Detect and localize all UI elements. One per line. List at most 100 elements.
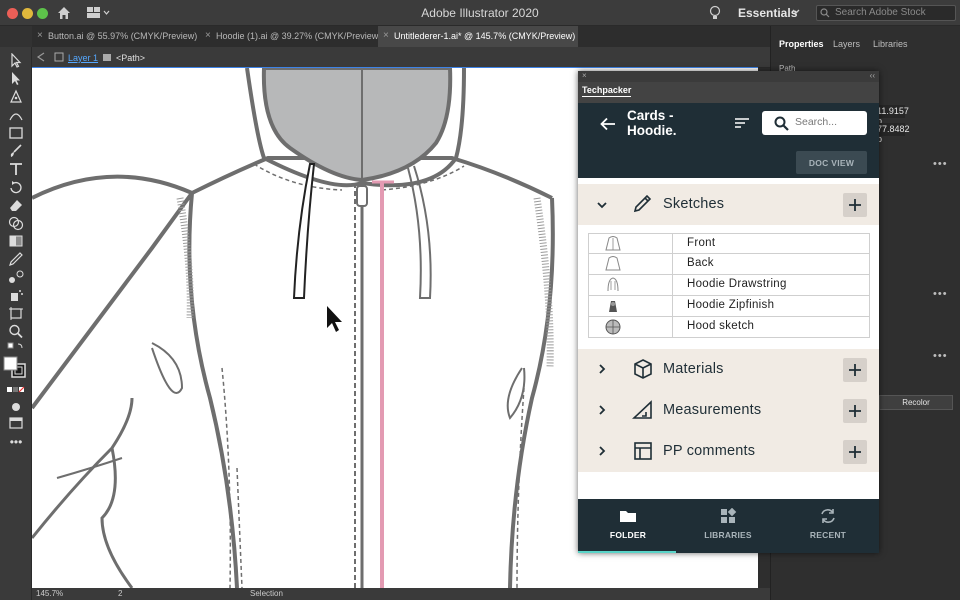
add-material-button[interactable] bbox=[843, 358, 867, 382]
sketch-thumbnail bbox=[589, 275, 673, 295]
collapse-panel-icon[interactable]: ‹‹ bbox=[870, 71, 875, 80]
close-window-button[interactable] bbox=[7, 8, 18, 19]
rotate-tool-icon[interactable] bbox=[7, 179, 25, 195]
y-field[interactable]: 77.8482 p bbox=[875, 123, 910, 144]
section-measurements[interactable]: Measurements bbox=[578, 390, 879, 431]
minimize-window-button[interactable] bbox=[22, 8, 33, 19]
selection-tool-icon[interactable] bbox=[7, 53, 25, 69]
path-breadcrumb[interactable]: <Path> bbox=[116, 53, 145, 63]
x-field[interactable]: 11.9157 p bbox=[875, 105, 909, 126]
tools-panel: ••• bbox=[0, 47, 32, 600]
sketch-row-back[interactable]: Back bbox=[588, 254, 870, 275]
tab-layers[interactable]: Layers bbox=[833, 39, 860, 49]
arrange-documents-icon[interactable] bbox=[86, 6, 110, 20]
close-tab-icon[interactable]: × bbox=[37, 30, 43, 41]
tab-button-ai[interactable]: × Button.ai @ 55.97% (CMYK/Preview) bbox=[32, 26, 197, 47]
section-pp-comments[interactable]: PP comments bbox=[578, 431, 879, 472]
shape-builder-tool-icon[interactable] bbox=[7, 215, 25, 231]
zoom-tool-icon[interactable] bbox=[7, 323, 25, 339]
back-arrow-icon[interactable] bbox=[36, 52, 46, 62]
lightbulb-icon[interactable] bbox=[708, 5, 722, 21]
sketch-label: Hoodie Zipfinish bbox=[687, 299, 775, 311]
chevron-down-icon[interactable] bbox=[597, 200, 607, 210]
nav-libraries[interactable]: LIBRARIES bbox=[678, 499, 778, 553]
more-tools-icon[interactable]: ••• bbox=[7, 435, 25, 451]
maximize-window-button[interactable] bbox=[37, 8, 48, 19]
more-options-icon[interactable]: ••• bbox=[933, 350, 948, 362]
add-comment-button[interactable] bbox=[843, 440, 867, 464]
zoom-level[interactable]: 145.7% bbox=[36, 589, 63, 598]
nav-label: LIBRARIES bbox=[704, 530, 752, 540]
chevron-right-icon[interactable] bbox=[597, 446, 607, 456]
sketch-row-hood[interactable]: Hood sketch bbox=[588, 317, 870, 338]
sort-icon[interactable] bbox=[734, 116, 750, 130]
tab-properties[interactable]: Properties bbox=[779, 39, 824, 49]
artboard-tool-icon[interactable] bbox=[7, 305, 25, 321]
close-tab-icon[interactable]: × bbox=[205, 30, 211, 41]
paintbrush-tool-icon[interactable] bbox=[7, 143, 25, 159]
tab-hoodie-ai[interactable]: × Hoodie (1).ai @ 39.27% (CMYK/Preview) bbox=[200, 26, 381, 47]
curvature-tool-icon[interactable] bbox=[7, 107, 25, 123]
search-input[interactable]: Search... bbox=[762, 111, 867, 135]
fill-stroke-icon[interactable] bbox=[2, 355, 28, 379]
pencil-icon bbox=[633, 194, 652, 213]
plus-icon bbox=[849, 199, 861, 211]
nav-recent[interactable]: RECENT bbox=[778, 499, 878, 553]
color-mode-icon[interactable] bbox=[7, 383, 25, 399]
section-label: Sketches bbox=[663, 196, 725, 212]
blend-tool-icon[interactable] bbox=[7, 269, 25, 285]
panel-grip[interactable]: × ‹‹ bbox=[578, 71, 879, 82]
pen-tool-icon[interactable] bbox=[7, 89, 25, 105]
draw-mode-icon[interactable] bbox=[7, 399, 25, 415]
stock-search-input[interactable]: Search Adobe Stock bbox=[816, 5, 956, 21]
add-sketch-button[interactable] bbox=[843, 193, 867, 217]
tab-label: Hoodie (1).ai @ 39.27% (CMYK/Preview) bbox=[216, 31, 382, 41]
direct-selection-tool-icon[interactable] bbox=[7, 71, 25, 87]
add-measurement-button[interactable] bbox=[843, 399, 867, 423]
eyedropper-tool-icon[interactable] bbox=[7, 251, 25, 267]
type-tool-icon[interactable] bbox=[7, 161, 25, 177]
sketch-label: Front bbox=[687, 237, 716, 249]
sketch-row-zipfinish[interactable]: Hoodie Zipfinish bbox=[588, 296, 870, 317]
workspace-switcher[interactable]: Essentials bbox=[738, 6, 797, 20]
chevron-right-icon[interactable] bbox=[597, 364, 607, 374]
tab-libraries[interactable]: Libraries bbox=[873, 39, 908, 49]
home-icon[interactable] bbox=[56, 5, 72, 21]
close-panel-icon[interactable]: × bbox=[582, 71, 587, 80]
nav-label: FOLDER bbox=[609, 530, 647, 540]
panel-tab-techpacker[interactable]: Techpacker bbox=[582, 85, 632, 97]
tab-untitlederer-ai[interactable]: × Untitlederer-1.ai* @ 145.7% (CMYK/Prev… bbox=[378, 26, 578, 47]
artboard-number[interactable]: 2 bbox=[118, 589, 122, 598]
screen-mode-icon[interactable] bbox=[7, 415, 25, 431]
chevron-right-icon[interactable] bbox=[597, 405, 607, 415]
more-options-icon[interactable]: ••• bbox=[933, 288, 948, 300]
rectangle-tool-icon[interactable] bbox=[7, 125, 25, 141]
section-sketches[interactable]: Sketches bbox=[578, 184, 879, 225]
nav-folder[interactable]: FOLDER bbox=[578, 499, 678, 553]
sketch-row-drawstring[interactable]: Hoodie Drawstring bbox=[588, 275, 870, 296]
sections-list: Sketches Front Back Hoodie Drawstring Ho… bbox=[578, 178, 879, 499]
gradient-tool-icon[interactable] bbox=[7, 233, 25, 249]
folder-icon bbox=[620, 511, 636, 522]
section-label: Materials bbox=[663, 361, 724, 377]
sketch-row-front[interactable]: Front bbox=[588, 233, 870, 254]
close-tab-icon[interactable]: × bbox=[383, 30, 389, 41]
drawstring-thumbnail-icon bbox=[607, 277, 619, 292]
section-materials[interactable]: Materials bbox=[578, 349, 879, 390]
doc-view-button[interactable]: DOC VIEW bbox=[796, 151, 867, 174]
symbol-sprayer-tool-icon[interactable] bbox=[7, 287, 25, 303]
title-bar: Adobe Illustrator 2020 Essentials Search… bbox=[0, 0, 960, 26]
sketch-thumbnail bbox=[589, 317, 673, 337]
layer-breadcrumb[interactable]: Layer 1 bbox=[68, 53, 98, 63]
back-arrow-icon[interactable] bbox=[600, 117, 616, 131]
eraser-tool-icon[interactable] bbox=[7, 197, 25, 213]
layout-icon bbox=[634, 442, 652, 460]
recolor-button[interactable]: Recolor bbox=[879, 395, 953, 410]
plus-icon bbox=[849, 446, 861, 458]
nav-label: RECENT bbox=[809, 530, 847, 540]
set-square-icon bbox=[632, 400, 652, 419]
more-options-icon[interactable]: ••• bbox=[933, 158, 948, 170]
hoodie-front-thumbnail-icon bbox=[605, 236, 621, 251]
plus-icon bbox=[849, 405, 861, 417]
tab-label: Button.ai @ 55.97% (CMYK/Preview) bbox=[48, 31, 198, 41]
